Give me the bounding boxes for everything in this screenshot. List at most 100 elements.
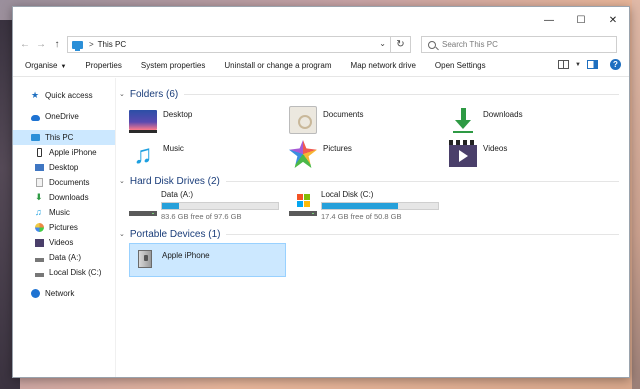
downloads-folder-icon [449, 106, 477, 134]
folder-downloads[interactable]: Downloads [449, 106, 599, 140]
device-apple-iphone[interactable]: Apple iPhone [129, 243, 286, 277]
sidebar-item-label: Pictures [49, 223, 78, 232]
title-bar: — ☐ ✕ [13, 7, 629, 33]
chevron-down-icon: ⌄ [119, 231, 125, 238]
group-header-portable-devices[interactable]: ⌄ Portable Devices (1) [119, 227, 619, 241]
video-icon [35, 238, 44, 247]
uninstall-program-button[interactable]: Uninstall or change a program [224, 61, 331, 70]
drive-name: Local Disk (C:) [321, 190, 374, 199]
sidebar-item-label: This PC [45, 133, 74, 142]
close-button[interactable]: ✕ [597, 7, 629, 33]
desktop-wallpaper-right [632, 0, 640, 389]
sidebar-item-this-pc[interactable]: This PC [13, 130, 115, 145]
sidebar-item-documents[interactable]: Documents [13, 175, 115, 190]
sidebar-item-label: OneDrive [45, 112, 79, 121]
sidebar-item-desktop[interactable]: Desktop [13, 160, 115, 175]
sidebar-item-network[interactable]: Network [13, 286, 115, 301]
windows-drive-icon [289, 190, 317, 218]
back-arrow-icon[interactable]: ← [17, 36, 33, 52]
map-network-drive-button[interactable]: Map network drive [351, 61, 416, 70]
address-dropdown-icon[interactable]: ⌄ [379, 39, 386, 48]
folder-label: Downloads [483, 110, 523, 119]
device-label: Apple iPhone [162, 251, 210, 260]
sidebar-item-label: Network [45, 289, 75, 298]
search-input[interactable]: Search This PC [421, 36, 617, 53]
group-divider [225, 180, 619, 182]
sidebar-item-label: Documents [49, 178, 90, 187]
sidebar-item-label: Data (A:) [49, 253, 82, 262]
refresh-icon[interactable]: ↻ [391, 36, 411, 53]
star-icon: ★ [31, 90, 40, 100]
organise-label: Organise [25, 61, 58, 70]
up-arrow-icon[interactable]: ↑ [49, 36, 65, 52]
sidebar-item-videos[interactable]: Videos [13, 235, 115, 250]
drive-local-disk-c[interactable]: Local Disk (C:) 17.4 GB free of 50.8 GB [289, 190, 449, 226]
forward-arrow-icon[interactable]: → [33, 36, 49, 52]
sidebar-item-onedrive[interactable]: OneDrive [13, 109, 115, 124]
properties-button[interactable]: Properties [85, 61, 121, 70]
portable-device-icon [136, 248, 154, 270]
address-path-this-pc[interactable]: This PC [98, 40, 126, 49]
address-bar[interactable]: > This PC ⌄ [67, 36, 391, 53]
folder-label: Videos [483, 144, 508, 153]
organise-menu-button[interactable]: Organise ▼ [25, 61, 66, 70]
folder-documents[interactable]: Documents [289, 106, 439, 140]
sidebar-item-label: Quick access [45, 91, 93, 100]
drive-free-space: 83.6 GB free of 97.6 GB [161, 212, 242, 221]
command-bar: Organise ▼ Properties System properties U… [13, 55, 629, 77]
help-icon[interactable]: ? [610, 59, 621, 70]
sidebar-item-music[interactable]: ♫ Music [13, 205, 115, 220]
sidebar-item-data-a[interactable]: Data (A:) [13, 250, 115, 265]
chevron-down-icon: ⌄ [119, 178, 125, 185]
pictures-folder-icon [289, 140, 317, 168]
group-header-folders[interactable]: ⌄ Folders (6) [119, 87, 619, 101]
open-settings-button[interactable]: Open Settings [435, 61, 486, 70]
computer-icon [31, 134, 40, 141]
music-folder-icon: ♫ [133, 139, 153, 169]
genk-watermark: GENK [560, 360, 622, 382]
system-properties-button[interactable]: System properties [141, 61, 205, 70]
drive-icon [35, 272, 44, 277]
chevron-down-icon: ⌄ [119, 91, 125, 98]
sidebar-item-downloads[interactable]: ⬇ Downloads [13, 190, 115, 205]
change-view-icon[interactable] [558, 60, 570, 69]
drive-usage-fill [162, 203, 179, 209]
drive-icon [35, 257, 44, 262]
folder-desktop[interactable]: Desktop [129, 106, 279, 140]
minimize-button[interactable]: — [533, 7, 565, 33]
drive-data-a[interactable]: Data (A:) 83.6 GB free of 97.6 GB [129, 190, 289, 226]
group-title: Folders (6) [129, 88, 179, 100]
view-dropdown-icon[interactable]: ▼ [575, 62, 581, 68]
document-icon [36, 178, 43, 187]
path-separator-icon[interactable]: > [89, 40, 94, 49]
documents-folder-icon [289, 106, 317, 134]
sidebar-item-apple-iphone[interactable]: Apple iPhone [13, 145, 115, 160]
folder-videos[interactable]: Videos [449, 140, 599, 174]
sidebar-item-local-disk-c[interactable]: Local Disk (C:) [13, 265, 115, 280]
sidebar-item-label: Videos [49, 238, 74, 247]
phone-icon [37, 148, 42, 157]
group-header-hard-disk-drives[interactable]: ⌄ Hard Disk Drives (2) [119, 174, 619, 188]
maximize-button[interactable]: ☐ [565, 7, 597, 33]
pane-divider[interactable] [115, 78, 116, 377]
navigation-bar: ← → ↑ > This PC ⌄ ↻ Search This PC [13, 33, 629, 55]
sidebar-item-label: Apple iPhone [49, 148, 97, 157]
windows-logo-icon [297, 194, 310, 207]
folder-label: Desktop [163, 110, 193, 119]
pictures-icon [35, 223, 44, 232]
sidebar-item-quick-access[interactable]: ★ Quick access [13, 88, 115, 103]
folder-pictures[interactable]: Pictures [289, 140, 439, 174]
search-placeholder: Search This PC [442, 40, 498, 49]
desktop-icon [35, 164, 44, 171]
sidebar-item-label: Desktop [49, 163, 79, 172]
folder-music[interactable]: ♫ Music [129, 140, 279, 174]
sidebar-item-label: Local Disk (C:) [49, 268, 102, 277]
group-title: Portable Devices (1) [129, 228, 221, 240]
sidebar-item-pictures[interactable]: Pictures [13, 220, 115, 235]
preview-pane-icon[interactable] [587, 60, 598, 69]
search-icon [428, 40, 436, 49]
explorer-body: ★ Quick access OneDrive This PC Apple iPh… [13, 78, 629, 377]
caret-down-icon: ▼ [60, 64, 67, 70]
folder-label: Music [163, 144, 184, 153]
group-divider [184, 93, 619, 95]
